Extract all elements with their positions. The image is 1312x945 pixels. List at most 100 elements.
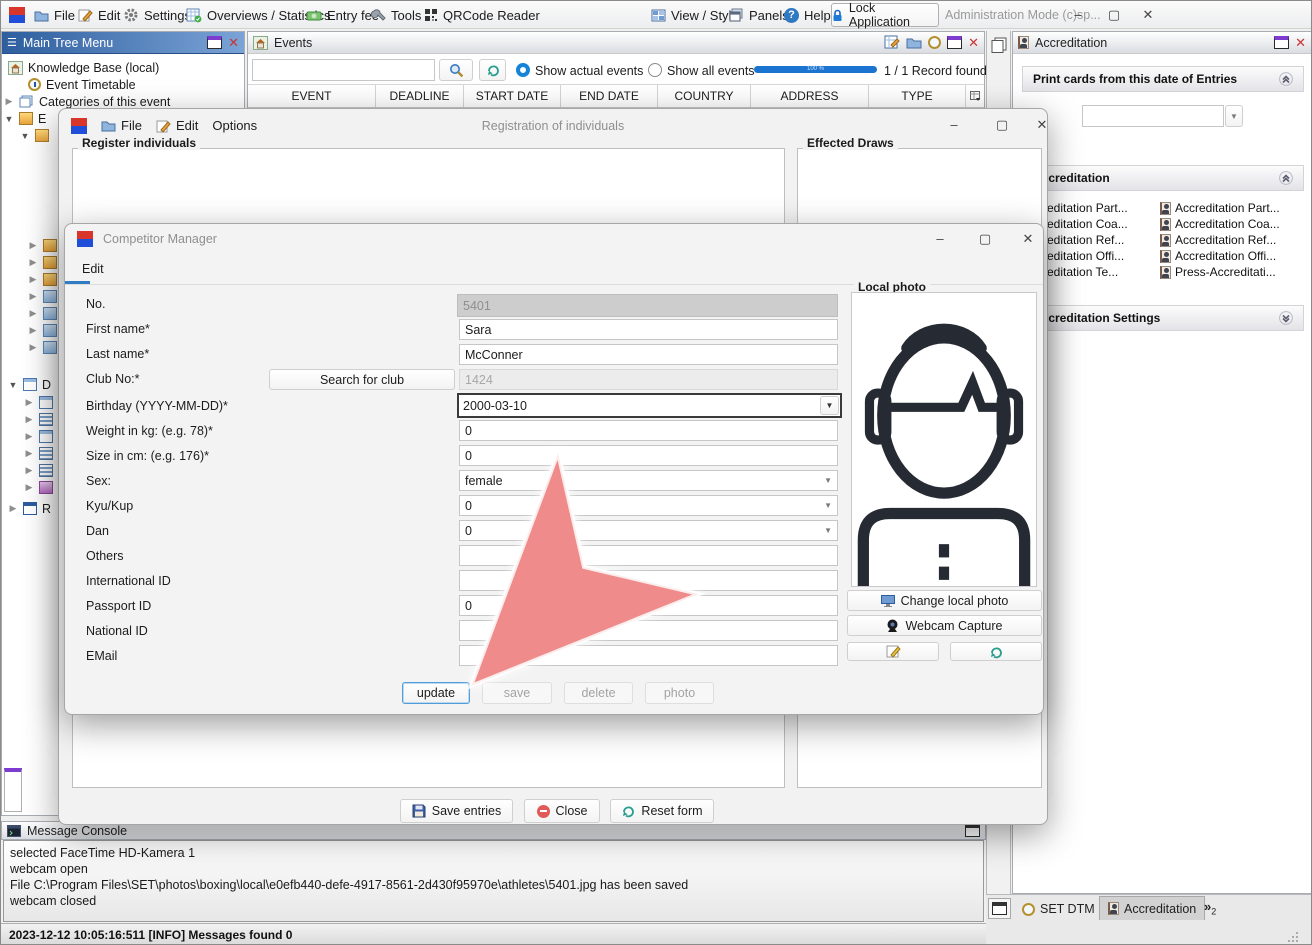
radio-show-actual[interactable] <box>516 63 530 77</box>
restore-window-icon[interactable] <box>1274 36 1289 49</box>
menu-help[interactable]: ? Help <box>784 1 831 29</box>
tree-item[interactable]: ▶ <box>24 394 53 411</box>
print-date-combobox[interactable] <box>1082 105 1224 127</box>
menu-entry-fee[interactable]: Entry fee <box>306 1 379 29</box>
delete-button[interactable]: delete <box>564 682 633 704</box>
column-header-address[interactable]: ADDRESS <box>751 85 869 107</box>
dialog-close-button[interactable]: ✕ <box>1013 231 1043 247</box>
tree-item[interactable]: ▶ <box>28 322 57 339</box>
section-accreditation-settings[interactable]: Accreditation Settings <box>1022 305 1304 331</box>
expand-arrow-icon[interactable]: ▶ <box>24 397 34 408</box>
dialog-menu-edit[interactable]: Edit <box>156 118 198 133</box>
accreditation-button[interactable]: Press-Accreditati... <box>1160 264 1310 280</box>
column-header-start-date[interactable]: START DATE <box>464 85 561 107</box>
chevron-up-icon[interactable] <box>1279 72 1293 86</box>
tree-item[interactable]: ▶ <box>24 445 53 462</box>
tab-overflow-button[interactable]: »2 <box>1204 899 1216 917</box>
window-maximize-button[interactable]: ▢ <box>1099 7 1129 23</box>
tree-item[interactable]: ▶ <box>28 305 57 322</box>
refresh-photo-button[interactable] <box>950 642 1042 661</box>
lock-application-button[interactable]: Lock Application <box>831 3 939 27</box>
menu-view-style[interactable]: View / Style <box>651 1 739 29</box>
expand-arrow-icon[interactable]: ▶ <box>24 448 34 459</box>
expand-arrow-icon[interactable]: ▶ <box>4 96 14 107</box>
kyu-kup-select[interactable]: 0▼ <box>459 495 838 516</box>
dialog-menu-options[interactable]: Options <box>212 118 257 133</box>
tree-item[interactable]: ▶ <box>24 462 53 479</box>
dialog-menu-edit[interactable]: Edit <box>82 262 104 276</box>
section-accreditation[interactable]: Accreditation <box>1022 165 1304 191</box>
restore-window-icon[interactable] <box>947 36 962 49</box>
last-name-field[interactable] <box>459 344 838 365</box>
expand-arrow-icon[interactable]: ▶ <box>28 291 38 302</box>
menu-panels[interactable]: Panels <box>729 1 789 29</box>
search-button[interactable] <box>439 59 473 81</box>
expand-arrow-icon[interactable]: ▶ <box>8 503 18 514</box>
accreditation-button[interactable]: Accreditation Ref... <box>1160 232 1310 248</box>
expand-arrow-icon[interactable]: ▶ <box>24 465 34 476</box>
section-print-cards[interactable]: Print cards from this date of Entries <box>1022 66 1304 92</box>
close-panel-icon[interactable]: ✕ <box>1295 36 1306 49</box>
reset-form-button[interactable]: Reset form <box>610 799 714 823</box>
expand-arrow-icon[interactable]: ▶ <box>28 325 38 336</box>
tree-item[interactable]: ▶ <box>24 411 53 428</box>
window-minimize-button[interactable]: – <box>1063 7 1093 22</box>
accreditation-button[interactable]: Accreditation Coa... <box>1160 216 1310 232</box>
menu-file[interactable]: File <box>34 1 75 29</box>
tree-item[interactable]: ▶ <box>28 254 57 271</box>
chevron-down-icon[interactable] <box>1279 311 1293 325</box>
tree-item[interactable]: ▶ <box>24 479 53 496</box>
expand-arrow-icon[interactable]: ▶ <box>28 257 38 268</box>
national-id-field[interactable] <box>459 620 838 641</box>
dialog-minimize-button[interactable]: – <box>925 231 955 246</box>
resize-grip[interactable] <box>1286 932 1300 944</box>
birthday-combobox[interactable]: 2000-03-10 ▼ <box>457 393 842 418</box>
expand-arrow-icon[interactable]: ▶ <box>28 274 38 285</box>
collapse-arrow-icon[interactable]: ▼ <box>20 131 30 141</box>
competitor-titlebar[interactable]: Competitor Manager – ▢ ✕ <box>65 224 1043 254</box>
sex-select[interactable]: female▼ <box>459 470 838 491</box>
close-panel-icon[interactable]: ✕ <box>228 36 239 49</box>
menu-settings[interactable]: Settings <box>123 1 191 29</box>
save-button[interactable]: save <box>482 682 552 704</box>
events-search-input[interactable] <box>252 59 435 81</box>
search-for-club-button[interactable]: Search for club <box>269 369 455 390</box>
menu-tools[interactable]: Tools <box>371 1 421 29</box>
update-button[interactable]: update <box>402 682 470 704</box>
expand-arrow-icon[interactable]: ▶ <box>28 240 38 251</box>
tree-item[interactable]: ▶ <box>28 237 57 254</box>
save-entries-button[interactable]: Save entries <box>400 799 513 823</box>
dialog-maximize-button[interactable]: ▢ <box>970 231 1000 247</box>
clock-icon[interactable] <box>928 36 941 49</box>
console-log[interactable]: selected FaceTime HD-Kamera 1 webcam ope… <box>3 840 984 922</box>
column-header-end-date[interactable]: END DATE <box>561 85 658 107</box>
dan-select[interactable]: 0▼ <box>459 520 838 541</box>
dialog-close-button[interactable]: ✕ <box>1027 117 1057 133</box>
copy-pages-icon[interactable] <box>991 37 1008 53</box>
weight-field[interactable] <box>459 420 838 441</box>
registration-titlebar[interactable]: File Edit Options Registration of indivi… <box>59 109 1047 142</box>
tab-accreditation[interactable]: Accreditation <box>1099 896 1205 920</box>
webcam-capture-button[interactable]: Webcam Capture <box>847 615 1042 636</box>
size-field[interactable] <box>459 445 838 466</box>
passport-id-field[interactable] <box>459 595 838 616</box>
column-header-country[interactable]: COUNTRY <box>658 85 751 107</box>
close-button[interactable]: Close <box>524 799 600 823</box>
photo-button[interactable]: photo <box>645 682 714 704</box>
close-panel-icon[interactable]: ✕ <box>968 36 979 49</box>
refresh-button[interactable] <box>479 59 506 81</box>
edit-form-icon[interactable] <box>884 35 900 50</box>
accreditation-button[interactable]: Accreditation Offi... <box>1160 248 1310 264</box>
radio-show-all[interactable] <box>648 63 662 77</box>
menu-edit[interactable]: Edit <box>78 1 120 29</box>
tree-item-r[interactable]: ▶ R <box>8 500 51 517</box>
collapse-arrow-icon[interactable]: ▼ <box>4 114 14 124</box>
field-chooser-icon[interactable] <box>966 85 984 107</box>
menu-qrcode[interactable]: QRCode Reader <box>424 1 540 29</box>
column-header-deadline[interactable]: DEADLINE <box>376 85 464 107</box>
column-header-type[interactable]: TYPE <box>869 85 966 107</box>
print-date-dropdown-button[interactable]: ▼ <box>1225 105 1243 127</box>
international-id-field[interactable] <box>459 570 838 591</box>
tree-item-d[interactable]: ▼ D <box>8 376 51 393</box>
tree-item[interactable]: ▶ <box>28 288 57 305</box>
